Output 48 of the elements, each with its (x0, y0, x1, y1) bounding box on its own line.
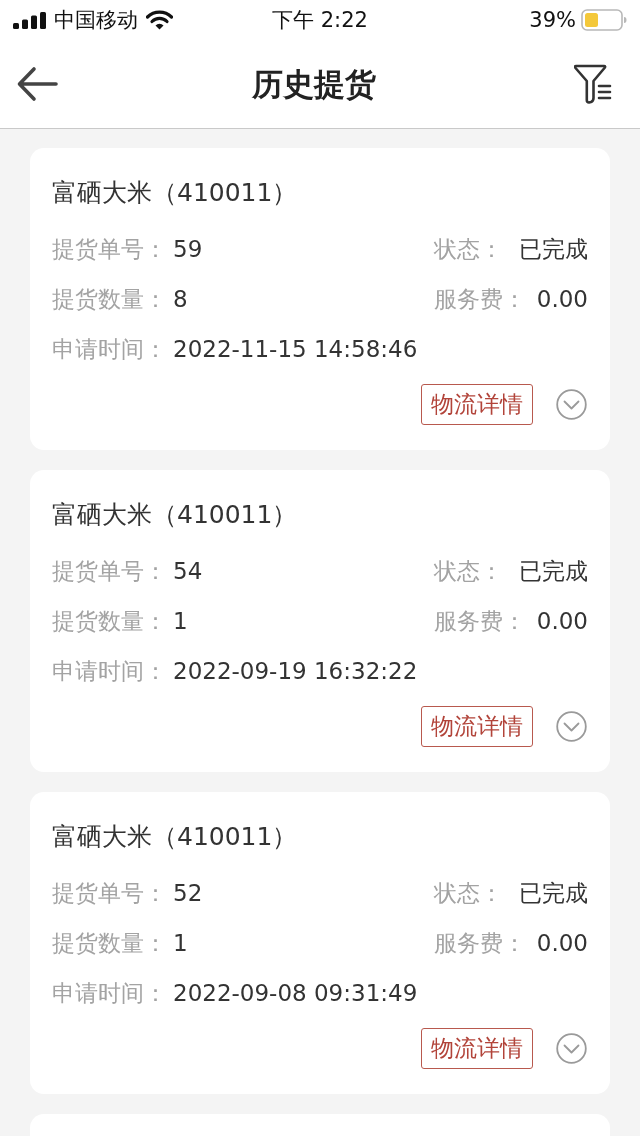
product-title: 富硒大米（410011） (52, 499, 299, 531)
chevron-circle-icon[interactable] (556, 389, 587, 420)
filter-icon[interactable] (574, 64, 612, 104)
field-label: 状态： (434, 234, 503, 264)
field-value: 2022-09-19 16:32:22 (173, 658, 418, 684)
logistics-details-button[interactable]: 物流详情 (421, 1028, 533, 1069)
field-label: 申请时间： (52, 978, 167, 1008)
wifi-icon (146, 10, 173, 30)
field-label: 服务费： (434, 284, 526, 314)
field-value: 2022-11-15 14:58:46 (173, 336, 418, 362)
chevron-circle-icon[interactable] (556, 1033, 587, 1064)
back-arrow-icon[interactable] (16, 66, 58, 102)
field-value: 1 (173, 930, 188, 956)
chevron-circle-icon[interactable] (556, 711, 587, 742)
signal-icon (13, 11, 46, 29)
field-value: 0.00 (536, 286, 588, 312)
field-label: 状态： (434, 878, 503, 908)
field-label: 提货单号： (52, 556, 167, 586)
field-label: 服务费： (434, 606, 526, 636)
product-title: 富硒大米（410011） (52, 821, 299, 853)
field-value: 0.00 (536, 608, 588, 634)
field-label: 申请时间： (52, 334, 167, 364)
field-label: 提货单号： (52, 878, 167, 908)
logistics-details-button[interactable]: 物流详情 (421, 706, 533, 747)
field-value: 已完成 (519, 878, 588, 908)
field-label: 申请时间： (52, 656, 167, 686)
field-value: 已完成 (519, 556, 588, 586)
battery-icon (581, 9, 627, 31)
logistics-details-button[interactable]: 物流详情 (421, 384, 533, 425)
field-value: 54 (173, 558, 203, 584)
field-value: 59 (173, 236, 203, 262)
field-value: 52 (173, 880, 203, 906)
field-value: 0.00 (536, 930, 588, 956)
field-value: 8 (173, 286, 188, 312)
field-label: 提货数量： (52, 928, 167, 958)
status-time: 下午 2:22 (272, 7, 368, 33)
battery-percent: 39% (529, 7, 576, 33)
field-value: 2022-09-08 09:31:49 (173, 980, 418, 1006)
field-label: 状态： (434, 556, 503, 586)
field-label: 提货数量： (52, 606, 167, 636)
carrier-name: 中国移动 (54, 7, 138, 33)
field-value: 1 (173, 608, 188, 634)
product-title: 富硒大米（410011） (52, 177, 299, 209)
field-label: 服务费： (434, 928, 526, 958)
field-label: 提货单号： (52, 234, 167, 264)
field-value: 已完成 (519, 234, 588, 264)
page-title: 历史提货 (252, 65, 376, 104)
field-label: 提货数量： (52, 284, 167, 314)
